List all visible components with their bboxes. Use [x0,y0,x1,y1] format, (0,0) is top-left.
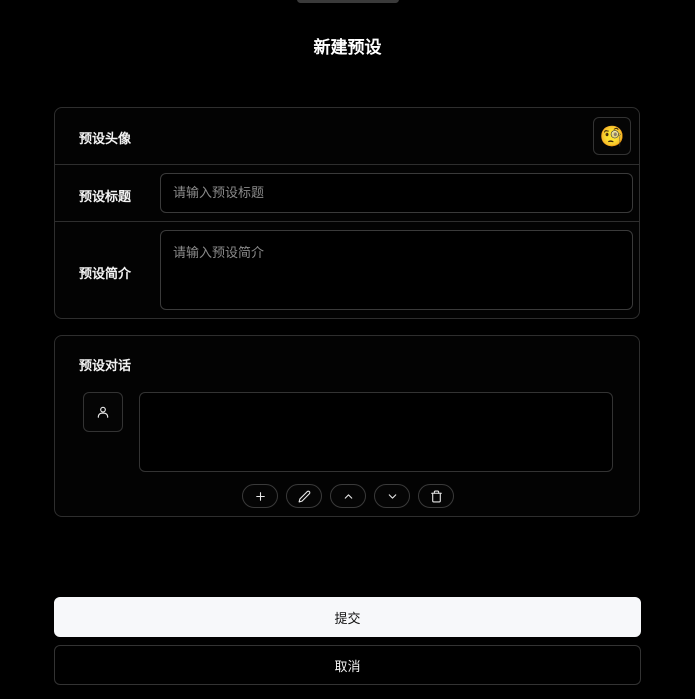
avatar-row: 预设头像 🧐 [55,108,639,165]
message-actions [242,484,454,508]
submit-button[interactable]: 提交 [54,597,641,637]
delete-message-button[interactable] [418,484,454,508]
message-role-button[interactable] [83,392,123,432]
avatar-emoji: 🧐 [599,124,625,148]
new-preset-dialog: 新建预设 预设头像 🧐 预设标题 预设简介 预设对话 [0,0,695,699]
add-message-button[interactable] [242,484,278,508]
edit-message-button[interactable] [286,484,322,508]
preset-description-input[interactable] [160,230,633,310]
plus-icon [255,491,265,501]
trash-icon [430,490,442,502]
avatar-label: 预设头像 [79,132,132,147]
description-row: 预设简介 [55,222,639,319]
drag-handle[interactable] [297,0,399,3]
conversation-label: 预设对话 [79,359,132,374]
user-icon [97,406,109,418]
move-up-button[interactable] [330,484,366,508]
cancel-button[interactable]: 取消 [54,645,641,685]
chevron-down-icon [388,493,396,499]
avatar-picker-button[interactable]: 🧐 [593,117,631,155]
title-row: 预设标题 [55,165,639,222]
preset-conversation-card: 预设对话 [54,335,640,517]
pencil-icon [298,490,310,502]
preset-title-input[interactable] [160,173,633,213]
chevron-up-icon [344,493,352,499]
message-content-input[interactable] [139,392,613,472]
description-label: 预设简介 [79,267,132,282]
title-label: 预设标题 [79,190,132,205]
preset-info-card: 预设头像 🧐 预设标题 预设简介 [54,107,640,319]
dialog-title: 新建预设 [313,38,382,58]
move-down-button[interactable] [374,484,410,508]
